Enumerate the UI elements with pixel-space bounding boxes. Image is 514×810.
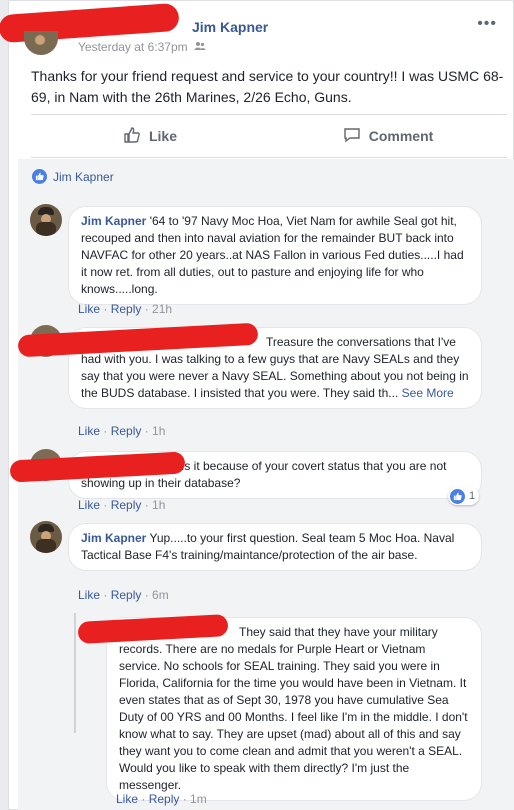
commenter-avatar[interactable]: [30, 521, 62, 553]
post-time-text[interactable]: Yesterday at 6:37pm: [78, 40, 188, 54]
commenter-avatar[interactable]: [30, 204, 62, 236]
friends-icon: [193, 40, 206, 54]
comment-meta: Like · Reply · 1h: [78, 498, 166, 512]
post-author-name[interactable]: Jim Kapner: [192, 19, 268, 35]
comment-meta: Like · Reply · 6m: [78, 588, 169, 602]
comment-author[interactable]: Jim Kapner: [81, 531, 146, 545]
comment-age[interactable]: 1m: [190, 792, 207, 806]
see-more-link[interactable]: See More: [402, 386, 454, 400]
liker-name[interactable]: Jim Kapner: [53, 170, 114, 184]
like-button-label: Like: [148, 128, 177, 144]
post-timestamp[interactable]: Yesterday at 6:37pm: [78, 40, 206, 54]
comment-bubble: They said that they have your military r…: [106, 617, 482, 801]
comment-bubble: Jim Kapner '64 to '97 Navy Moc Hoa, Viet…: [68, 206, 482, 305]
comment-like-link[interactable]: Like: [78, 424, 100, 438]
comment-button-label: Comment: [368, 128, 434, 144]
comment-meta: Like · Reply · 21h: [78, 302, 173, 316]
like-reaction-icon: [450, 488, 465, 504]
likes-summary[interactable]: Jim Kapner: [32, 169, 114, 184]
reply-thread-line: [74, 613, 76, 733]
comment-meta: Like · Reply · 1m: [116, 792, 207, 806]
comment-like-link[interactable]: Like: [78, 302, 100, 316]
comment-reply-link[interactable]: Reply: [149, 792, 180, 806]
reaction-count: 1: [469, 490, 476, 502]
comments-section: Jim Kapner Jim Kapner '64 to '97 Navy Mo…: [9, 159, 514, 810]
post-body: Thanks for your friend request and servi…: [31, 68, 504, 105]
comment-like-link[interactable]: Like: [116, 792, 138, 806]
comment-reply-link[interactable]: Reply: [111, 302, 142, 316]
comment-like-link[interactable]: Like: [78, 588, 100, 602]
like-reaction-icon: [32, 169, 47, 184]
comment-reaction-count[interactable]: 1: [448, 487, 480, 505]
comment-age[interactable]: 6m: [152, 588, 169, 602]
thumbs-up-icon: [123, 126, 141, 147]
comment-button[interactable]: Comment: [269, 115, 507, 157]
comment-text: They said that they have your military r…: [119, 625, 468, 792]
more-options-icon[interactable]: •••: [477, 15, 497, 33]
post-action-bar: Like Comment: [31, 114, 507, 158]
comment-age[interactable]: 21h: [152, 302, 172, 316]
comment-author[interactable]: Jim Kapner: [81, 214, 146, 228]
comment-bubble: Jim Kapner Yup.....to your first questio…: [68, 523, 482, 571]
like-button[interactable]: Like: [31, 115, 269, 157]
comment-age[interactable]: 1h: [152, 424, 165, 438]
comment-meta: Like · Reply · 1h: [78, 424, 166, 438]
comment-age[interactable]: 1h: [152, 498, 165, 512]
comment-like-link[interactable]: Like: [78, 498, 100, 512]
comment-reply-link[interactable]: Reply: [111, 498, 142, 512]
comment-reply-link[interactable]: Reply: [111, 588, 142, 602]
post-author-avatar[interactable]: [24, 31, 58, 55]
speech-bubble-icon: [343, 126, 361, 147]
post-card: Jim Kapner Yesterday at 6:37pm ••• Thank…: [0, 0, 514, 810]
comment-reply-link[interactable]: Reply: [111, 424, 142, 438]
